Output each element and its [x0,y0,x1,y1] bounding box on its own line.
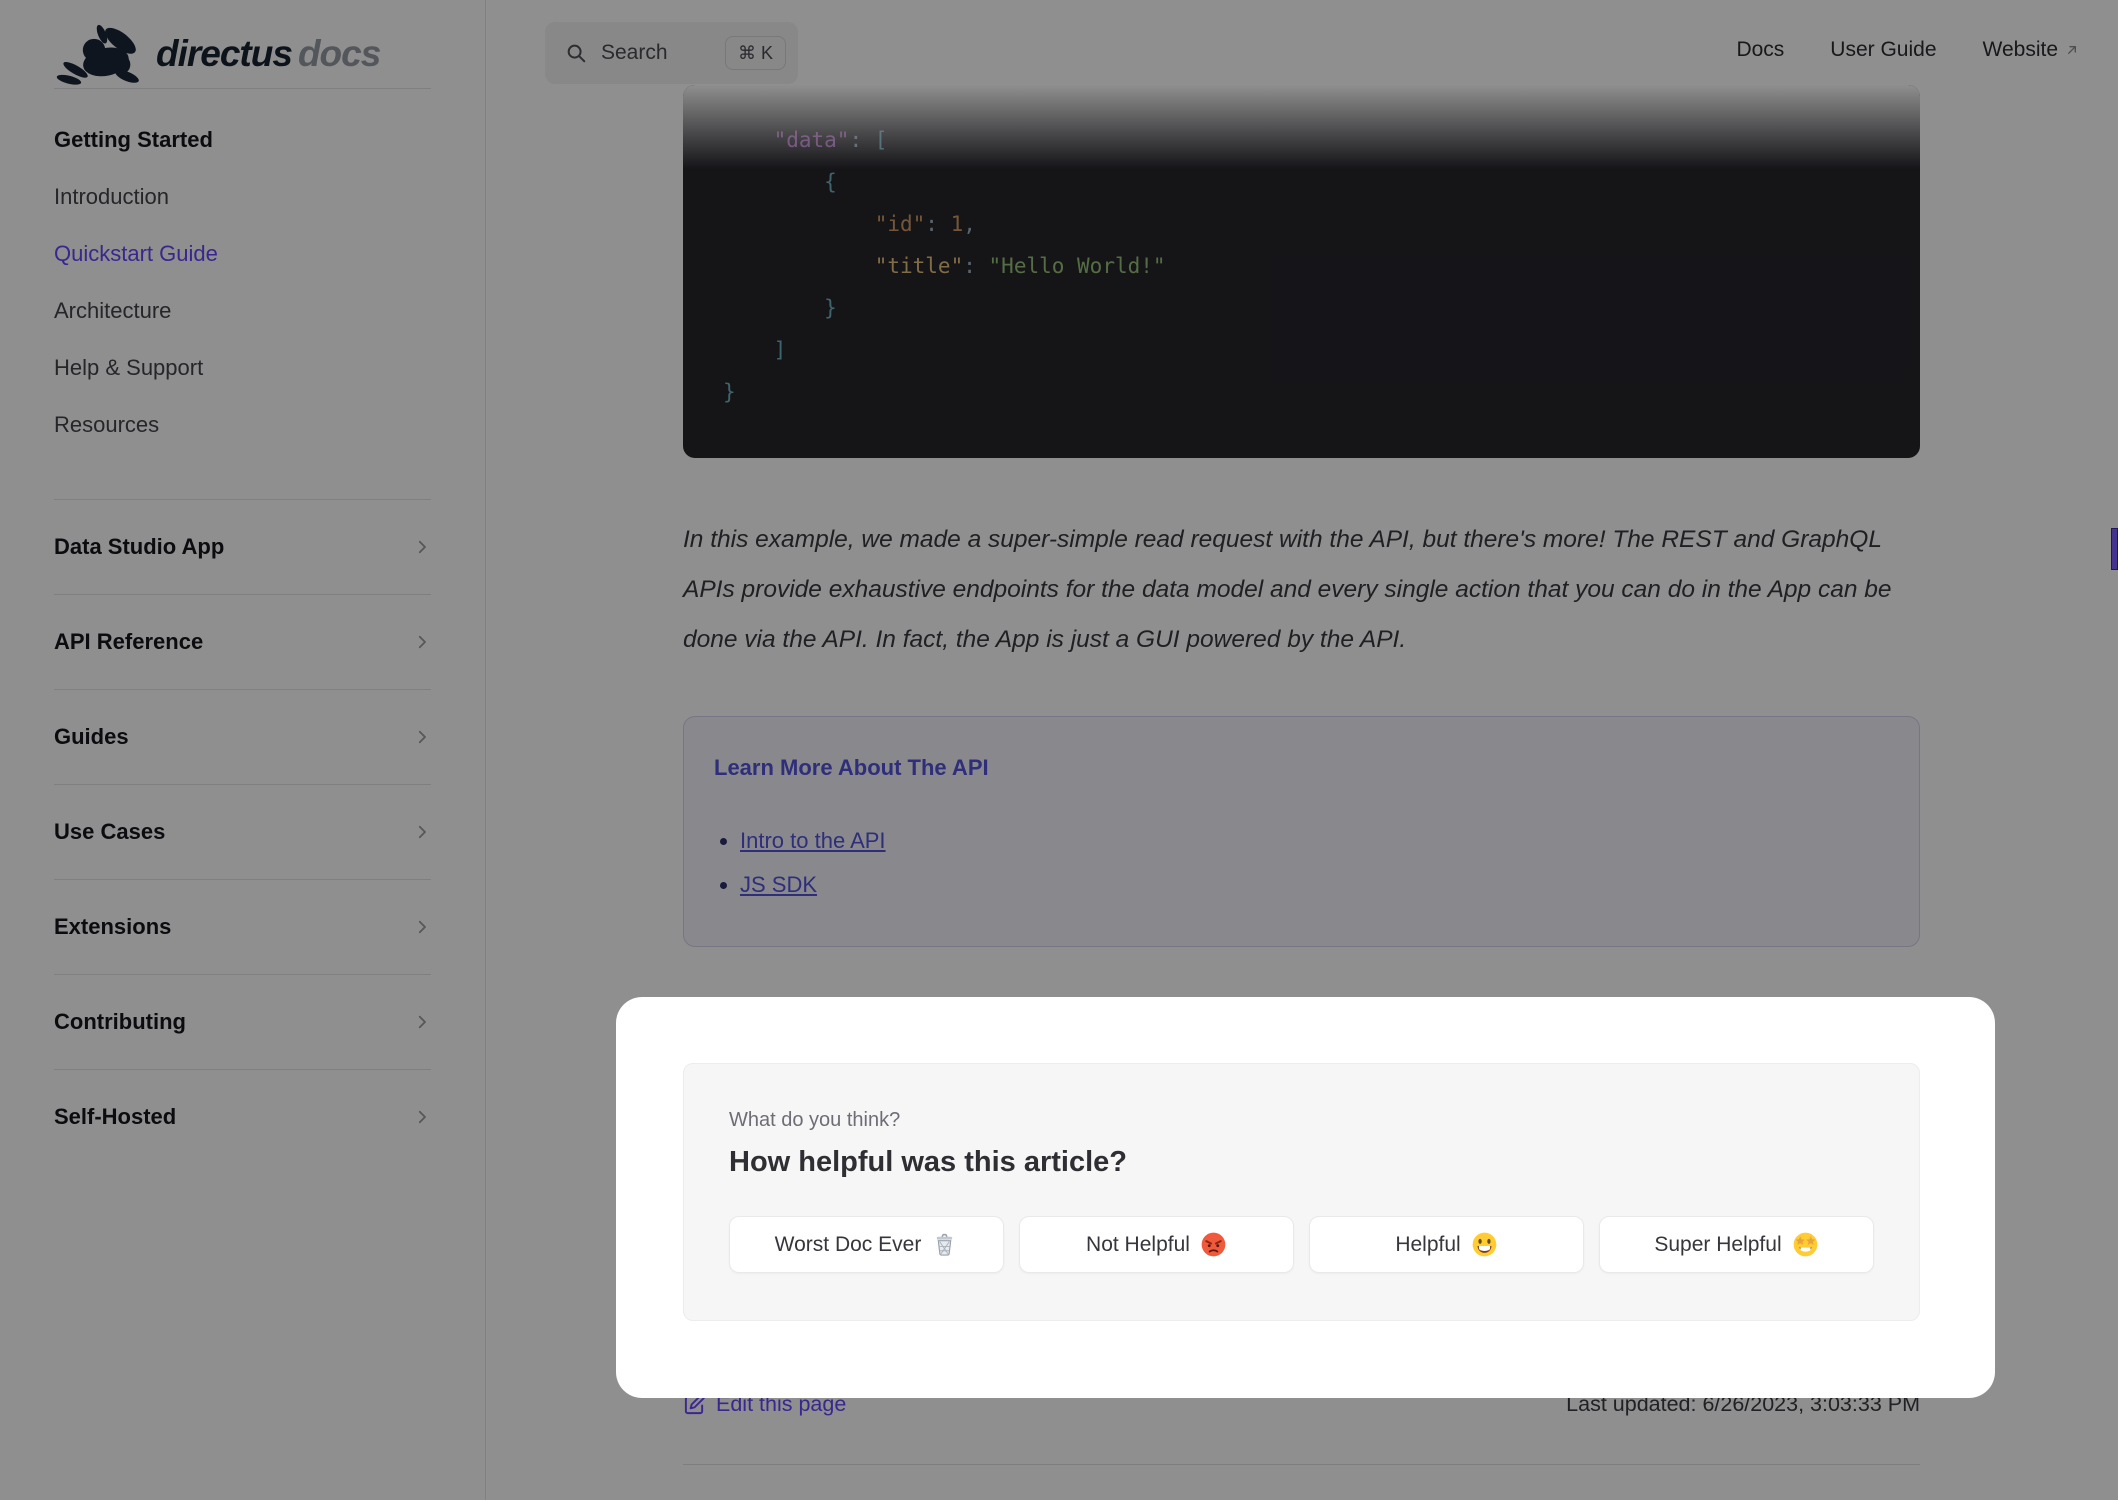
feedback-buttons: Worst Doc Ever Not Helpful Helpful Super He… [729,1216,1874,1273]
feedback-title: How helpful was this article? [729,1146,1128,1178]
button-label: Not Helpful [1086,1232,1190,1256]
button-label: Worst Doc Ever [774,1232,922,1256]
enraged-face-icon [1201,1232,1226,1257]
feedback-spotlight: What do you think? How helpful was this … [616,997,1995,1398]
super-helpful-button[interactable]: Super Helpful [1599,1216,1874,1273]
star-struck-icon [1793,1232,1817,1257]
helpful-button[interactable]: Helpful [1309,1216,1584,1273]
feedback-eyebrow: What do you think? [729,1109,901,1131]
worst-doc-ever-button[interactable]: Worst Doc Ever [729,1216,1004,1273]
feedback-card: What do you think? How helpful was this … [683,1063,1920,1321]
button-label: Super Helpful [1654,1232,1782,1256]
grinning-face-icon [1472,1232,1497,1257]
docs-page: directus docs Getting Started Introductio… [0,0,2118,1500]
button-label: Helpful [1395,1232,1461,1256]
not-helpful-button[interactable]: Not Helpful [1019,1216,1294,1273]
wastebasket-icon [937,1233,953,1256]
